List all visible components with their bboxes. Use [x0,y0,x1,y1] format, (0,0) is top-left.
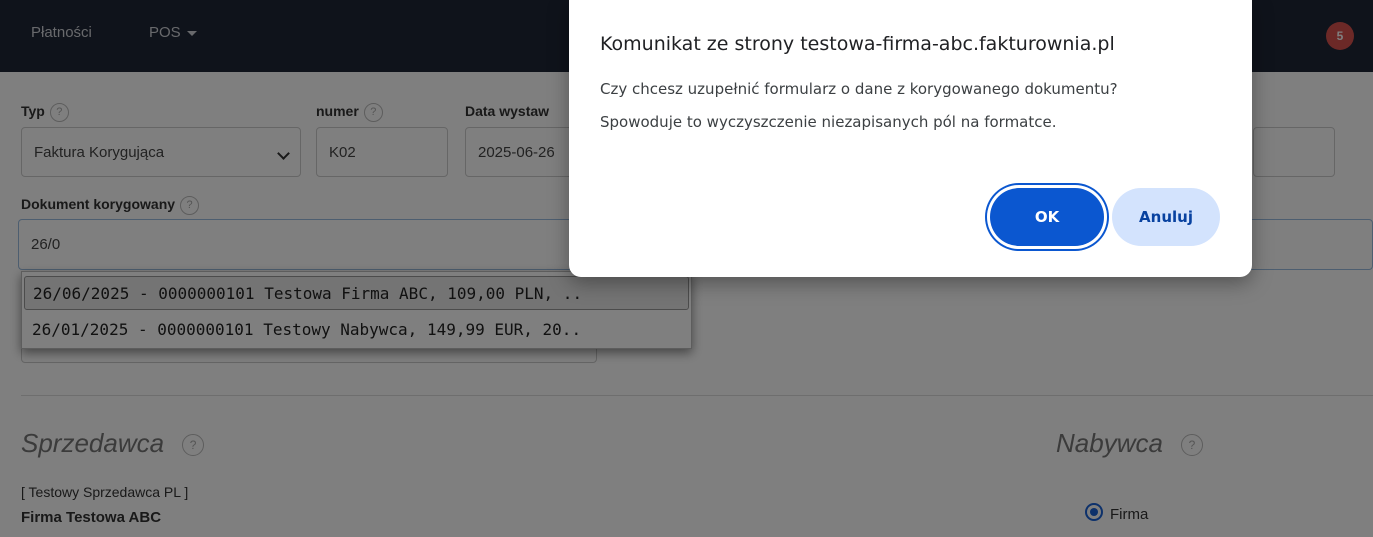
confirm-dialog: Komunikat ze strony testowa-firma-abc.fa… [569,0,1252,277]
dialog-title: Komunikat ze strony testowa-firma-abc.fa… [600,33,1115,55]
ok-button[interactable]: OK [990,188,1104,246]
cancel-button[interactable]: Anuluj [1112,188,1220,246]
dialog-message-line-1: Czy chcesz uzupełnić formularz o dane z … [600,80,1118,98]
dialog-message-line-2: Spowoduje to wyczyszczenie niezapisanych… [600,113,1057,131]
